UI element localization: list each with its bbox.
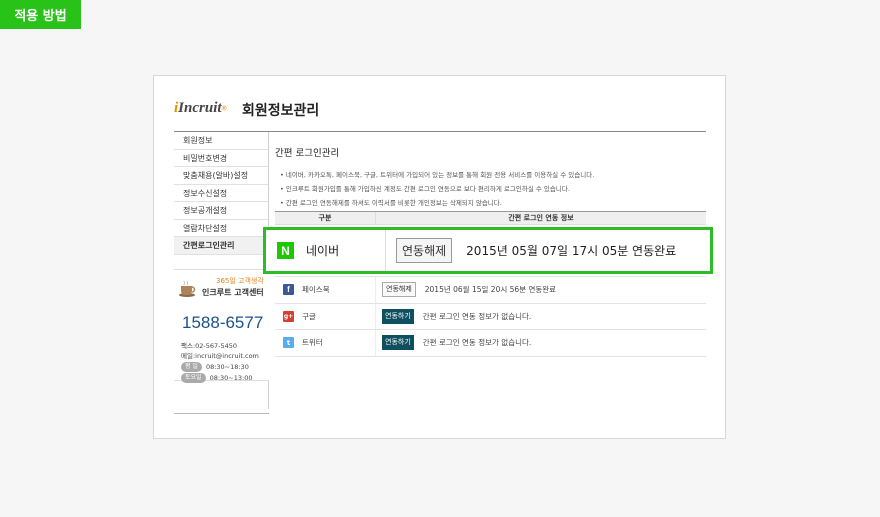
naver-link-status: 2015년 05월 07일 17시 05분 연동완료 (466, 244, 677, 258)
method-tag: 적용 방법 (0, 0, 81, 29)
link-status: 간편 로그인 연동 정보가 없습니다. (422, 338, 532, 348)
table-row: f 페이스북 연동해제 2015년 06월 15일 20시 56분 연동완료 (275, 277, 706, 304)
naver-service-cell: N 네이버 (266, 230, 386, 271)
cs-email: 메일:incruit@incruit.com (181, 352, 259, 360)
table-row: t 트위터 연동하기 간편 로그인 연동 정보가 없습니다. (275, 330, 706, 357)
link-status: 2015년 06월 15일 20시 56분 연동완료 (424, 285, 557, 295)
google-plus-icon: g+ (283, 310, 294, 322)
cs-fax: 팩스:02-567-5450 (181, 342, 238, 350)
naver-highlight-row: N 네이버 연동해제 2015년 05월 07일 17시 05분 연동완료 (263, 227, 713, 274)
cs-hours-saturday: 토요일 08:30~13:00 (181, 373, 252, 383)
header-type: 구분 (275, 212, 376, 224)
sidebar-item[interactable]: 맞춤채용(알바)설정 (174, 167, 268, 185)
info-cell: 연동해제 2015년 06월 15일 20시 56분 연동완료 (376, 282, 706, 298)
sidebar-menu: 회원정보 비밀번호변경 맞춤채용(알바)설정 정보수신설정 정보공개설정 열람차단설정 간편… (174, 132, 268, 255)
cs-phone: 1588-6577 (182, 313, 264, 332)
sidebar-item[interactable]: 간편로그인관리 (174, 237, 268, 255)
logo-text: Incruit (178, 100, 222, 116)
service-cell: f 페이스북 (275, 277, 376, 303)
sidebar-bottom-line (174, 413, 269, 414)
twitter-icon: t (283, 337, 294, 349)
link-button[interactable]: 연동하기 (382, 308, 414, 324)
service-label: 구글 (302, 311, 316, 321)
sidebar-item[interactable]: 정보수신설정 (174, 185, 268, 202)
sidebar-item[interactable]: 회원정보 (174, 132, 268, 150)
notice-item: • 네이버, 카카오톡, 페이스북, 구글, 트위터에 가입되어 있는 정보를 … (280, 171, 595, 179)
hours-time: 08:30~18:30 (205, 363, 249, 371)
naver-label: 네이버 (306, 244, 340, 258)
cs-hours-weekday: 평 일 08:30~18:30 (181, 362, 249, 372)
notice-list: • 네이버, 카카오톡, 페이스북, 구글, 트위터에 가입되어 있는 정보를 … (280, 168, 594, 210)
notice-item: • 인크루트 회원가입를 통해 가입하신 계정도 간편 로그인 연동으로 보다 … (280, 185, 570, 193)
service-label: 트위터 (302, 338, 323, 348)
info-cell: 연동하기 간편 로그인 연동 정보가 없습니다. (376, 335, 706, 351)
sidebar-item[interactable]: 정보공개설정 (174, 202, 268, 220)
table-header: 구분 간편 로그인 연동 정보 (275, 211, 706, 225)
hours-time: 08:30~13:00 (209, 374, 253, 382)
facebook-icon: f (283, 284, 294, 296)
notice-item: • 간편 로그인 연동해제를 하셔도 이력서를 비롯한 개인정보는 삭제되지 않… (280, 199, 502, 207)
service-cell: t 트위터 (275, 330, 376, 356)
service-cell: g+ 구글 (275, 303, 376, 329)
customer-center-box: 365일 고객생각 인크루트 고객센터 1588-6577 팩스:02-567-… (174, 269, 269, 383)
section-title: 간편 로그인관리 (275, 148, 340, 159)
unlink-button[interactable]: 연동해제 (382, 282, 416, 298)
header-info: 간편 로그인 연동 정보 (508, 214, 574, 222)
info-cell: 연동하기 간편 로그인 연동 정보가 없습니다. (376, 308, 706, 324)
link-status: 간편 로그인 연동 정보가 없습니다. (422, 311, 532, 321)
link-button[interactable]: 연동하기 (382, 335, 414, 351)
sidebar-item[interactable]: 열람차단설정 (174, 220, 268, 237)
cs-title: 인크루트 고객센터 (202, 288, 264, 297)
page-title: 회원정보관리 (242, 103, 320, 119)
naver-icon: N (277, 242, 294, 259)
hours-label: 토요일 (181, 373, 206, 383)
cs-tagline: 365일 고객생각 (216, 277, 264, 285)
table-row: g+ 구글 연동하기 간편 로그인 연동 정보가 없습니다. (275, 303, 706, 330)
sidebar: 회원정보 비밀번호변경 맞춤채용(알바)설정 정보수신설정 정보공개설정 열람차단설정 간편… (174, 132, 269, 414)
coffee-cup-icon (179, 280, 196, 297)
incruit-logo[interactable]: iIncruit® (174, 100, 227, 117)
hours-label: 평 일 (181, 362, 202, 372)
naver-info-cell: 연동해제 2015년 05월 07일 17시 05분 연동완료 (386, 238, 676, 263)
table-body: f 페이스북 연동해제 2015년 06월 15일 20시 56분 연동완료 g+ 구글 연… (275, 277, 706, 357)
naver-unlink-button[interactable]: 연동해제 (396, 238, 453, 263)
service-label: 페이스북 (302, 285, 330, 295)
sidebar-item[interactable]: 비밀번호변경 (174, 150, 268, 167)
